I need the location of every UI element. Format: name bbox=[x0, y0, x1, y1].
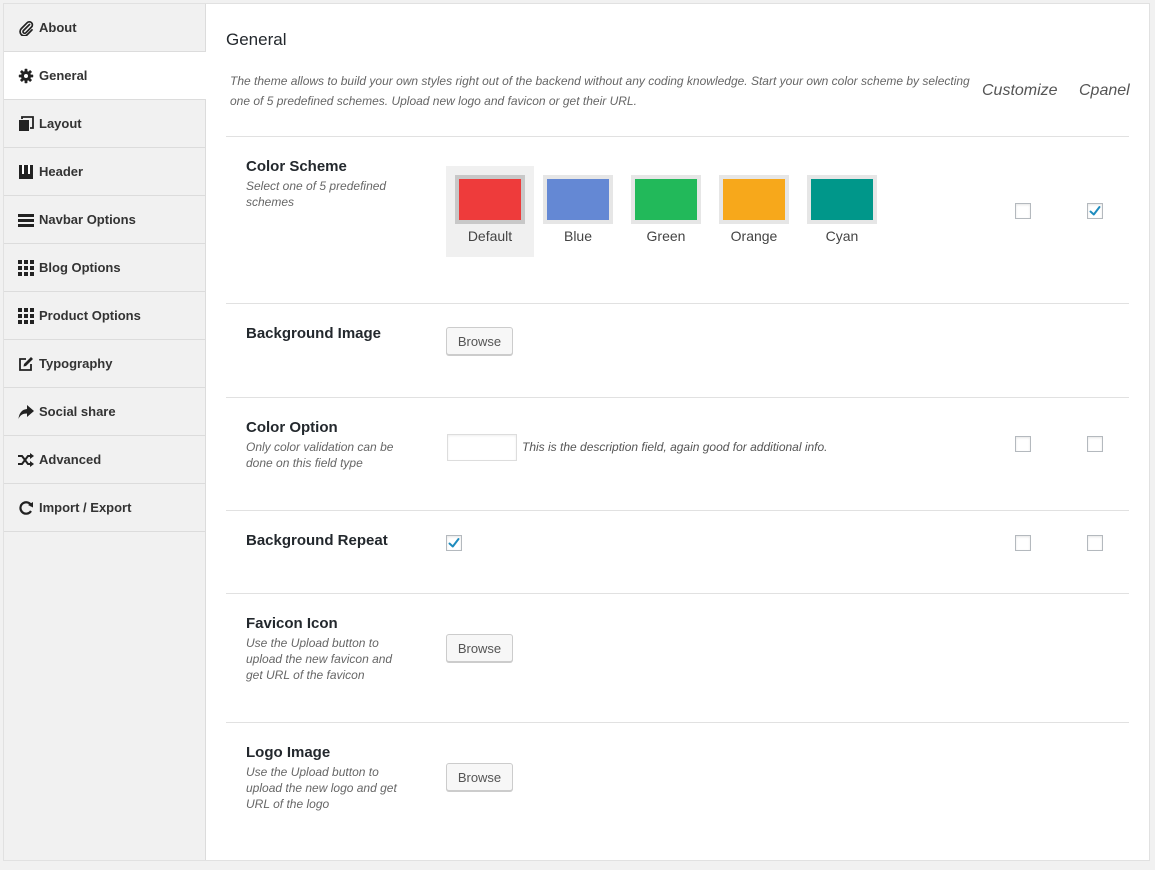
logo-title: Logo Image bbox=[246, 744, 331, 761]
sidebar-item-import-export[interactable]: Import / Export bbox=[4, 484, 205, 532]
color-option-title: Color Option bbox=[246, 419, 338, 436]
column-header-customize: Customize bbox=[982, 82, 1058, 99]
refresh-icon bbox=[18, 500, 34, 516]
menu-icon bbox=[18, 212, 34, 228]
sidebar-item-label: About bbox=[39, 20, 77, 35]
sidebar-item-typography[interactable]: Typography bbox=[4, 340, 205, 388]
swatch-cyan[interactable]: Cyan bbox=[798, 166, 886, 257]
logo-desc: Use the Upload button to upload the new … bbox=[246, 765, 397, 811]
page-description: The theme allows to build your own style… bbox=[230, 74, 970, 108]
checkmark-icon bbox=[448, 538, 460, 548]
sidebar-item-social-share[interactable]: Social share bbox=[4, 388, 205, 436]
favicon-title: Favicon Icon bbox=[246, 615, 338, 632]
divider bbox=[226, 303, 1129, 304]
shuffle-icon bbox=[18, 452, 34, 468]
sidebar-item-about[interactable]: About bbox=[4, 4, 205, 52]
options-panel: About General Layout Header Navbar Optio… bbox=[3, 3, 1150, 861]
sidebar-item-general[interactable]: General bbox=[4, 52, 206, 100]
sidebar-item-label: Advanced bbox=[39, 452, 102, 467]
color-option-input[interactable] bbox=[447, 434, 517, 461]
swatch-default[interactable]: Default bbox=[446, 166, 534, 257]
swatch-color bbox=[459, 179, 521, 220]
sidebar-item-blog-options[interactable]: Blog Options bbox=[4, 244, 205, 292]
copy-icon bbox=[18, 115, 34, 132]
sidebar-item-product-options[interactable]: Product Options bbox=[4, 292, 205, 340]
share-icon bbox=[18, 404, 34, 420]
logo-browse-button[interactable]: Browse bbox=[446, 763, 513, 791]
favicon-browse-button[interactable]: Browse bbox=[446, 634, 513, 662]
divider bbox=[226, 510, 1129, 511]
sidebar-item-label: Typography bbox=[39, 356, 113, 371]
sidebar-item-label: Product Options bbox=[39, 308, 141, 323]
swatch-blue[interactable]: Blue bbox=[534, 166, 622, 257]
background-image-title: Background Image bbox=[246, 325, 382, 342]
paperclip-icon bbox=[18, 20, 34, 36]
background-repeat-cpanel-checkbox[interactable] bbox=[1087, 535, 1103, 551]
swatch-label: Green bbox=[646, 228, 686, 244]
color-scheme-swatches: Default Blue Green Orange Cyan bbox=[446, 166, 886, 257]
swatch-orange[interactable]: Orange bbox=[710, 166, 798, 257]
sidebar-item-label: Navbar Options bbox=[39, 212, 136, 227]
header-icon bbox=[18, 164, 34, 180]
sidebar-item-label: Header bbox=[39, 164, 84, 179]
grid-icon bbox=[18, 259, 34, 276]
divider bbox=[226, 397, 1129, 398]
favicon-desc: Use the Upload button to upload the new … bbox=[246, 636, 393, 682]
swatch-label: Orange bbox=[730, 228, 778, 244]
swatch-label: Default bbox=[467, 228, 513, 244]
sidebar-item-header[interactable]: Header bbox=[4, 148, 205, 196]
color-scheme-cpanel-checkbox[interactable] bbox=[1087, 203, 1103, 219]
edit-icon bbox=[18, 356, 34, 372]
divider bbox=[226, 593, 1129, 594]
sidebar-item-label: Layout bbox=[39, 116, 82, 131]
background-repeat-customize-checkbox[interactable] bbox=[1015, 535, 1031, 551]
color-scheme-title: Color Scheme bbox=[246, 158, 347, 175]
color-scheme-desc: Select one of 5 predefined schemes bbox=[246, 179, 387, 209]
sidebar-item-label: General bbox=[39, 68, 88, 83]
sidebar-item-label: Import / Export bbox=[39, 500, 132, 515]
sidebar-item-advanced[interactable]: Advanced bbox=[4, 436, 205, 484]
color-scheme-customize-checkbox[interactable] bbox=[1015, 203, 1031, 219]
sidebar-item-label: Blog Options bbox=[39, 260, 121, 275]
color-option-customize-checkbox[interactable] bbox=[1015, 436, 1031, 452]
sidebar-item-layout[interactable]: Layout bbox=[4, 100, 205, 148]
main-content: General The theme allows to build your o… bbox=[226, 4, 1130, 860]
color-option-hint: This is the description field, again goo… bbox=[522, 440, 828, 454]
color-option-desc: Only color validation can be done on thi… bbox=[246, 440, 394, 470]
sidebar-item-navbar-options[interactable]: Navbar Options bbox=[4, 196, 205, 244]
page-title: General bbox=[226, 30, 287, 49]
swatch-color bbox=[547, 179, 609, 220]
divider bbox=[226, 136, 1129, 137]
grid-icon bbox=[18, 307, 34, 324]
column-header-cpanel: Cpanel bbox=[1079, 82, 1130, 99]
swatch-color bbox=[635, 179, 697, 220]
color-option-cpanel-checkbox[interactable] bbox=[1087, 436, 1103, 452]
sidebar-nav: About General Layout Header Navbar Optio… bbox=[4, 4, 206, 860]
sidebar-item-label: Social share bbox=[39, 404, 116, 419]
divider bbox=[226, 722, 1129, 723]
background-image-browse-button[interactable]: Browse bbox=[446, 327, 513, 355]
swatch-green[interactable]: Green bbox=[622, 166, 710, 257]
swatch-label: Blue bbox=[563, 228, 593, 244]
swatch-color bbox=[811, 179, 873, 220]
swatch-label: Cyan bbox=[825, 228, 859, 244]
background-repeat-checkbox[interactable] bbox=[446, 535, 462, 551]
swatch-color bbox=[723, 179, 785, 220]
gear-icon bbox=[18, 68, 34, 84]
checkmark-icon bbox=[1089, 206, 1101, 216]
background-repeat-title: Background Repeat bbox=[246, 532, 388, 549]
